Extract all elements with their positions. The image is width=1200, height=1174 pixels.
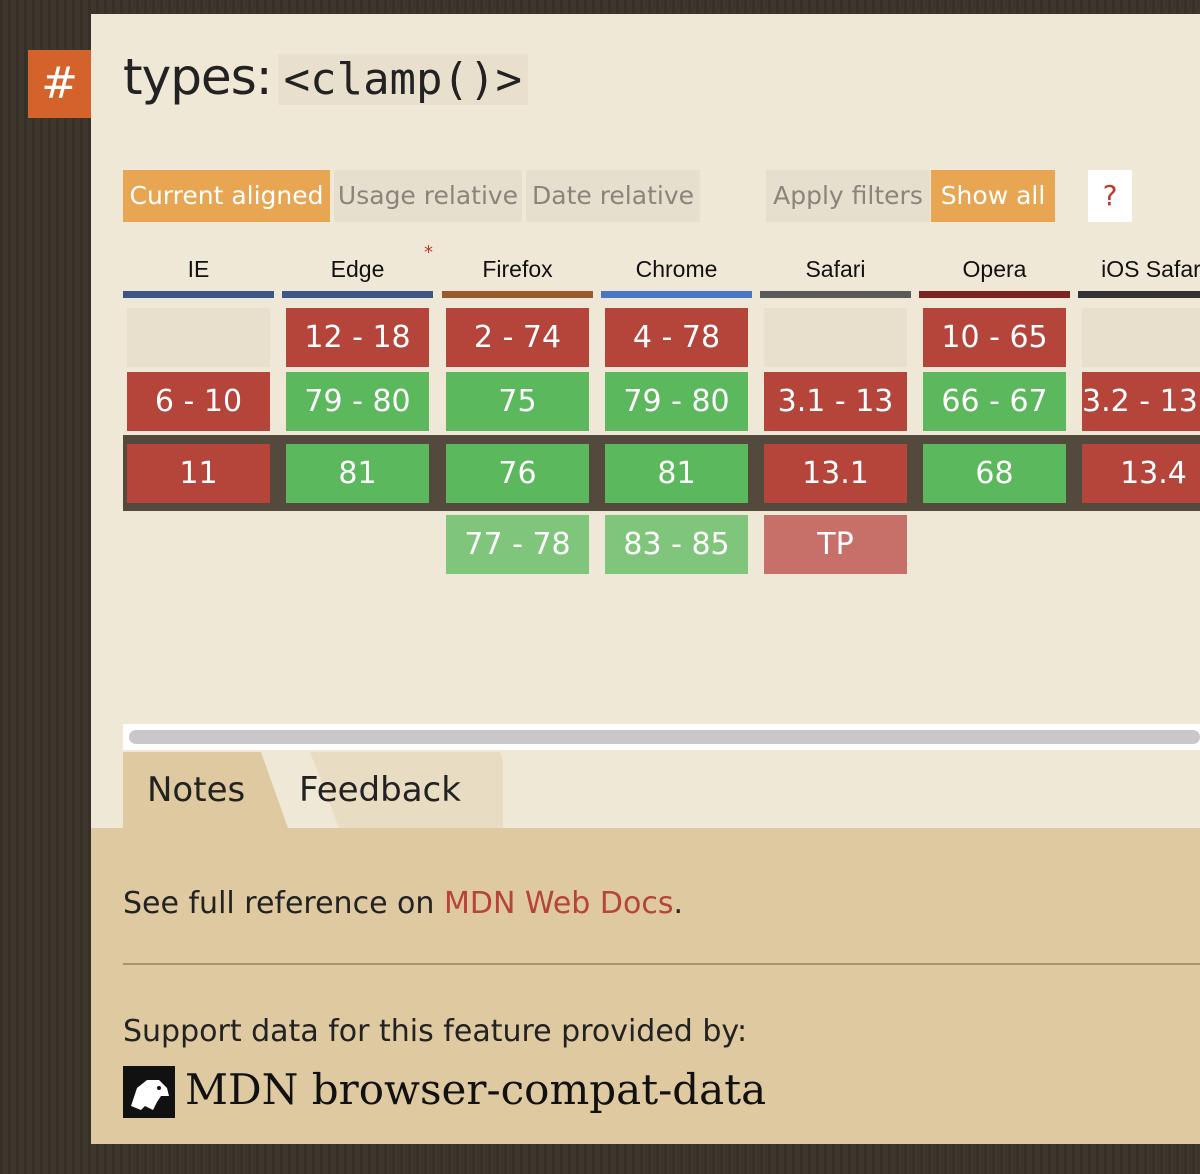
version-cell-current[interactable]: 76 (446, 444, 589, 503)
browser-name: Chrome (635, 256, 718, 282)
horizontal-scrollbar[interactable] (123, 724, 1200, 750)
reference-prefix: See full reference on (123, 886, 444, 921)
mdn-compat-data-label: MDN browser-compat-data (185, 1065, 767, 1114)
section-anchor-link[interactable]: # (28, 50, 91, 118)
version-cell-past[interactable]: 75 (446, 372, 589, 431)
tab-feedback[interactable]: Feedback (299, 752, 461, 828)
mdn-dinosaur-icon (123, 1066, 175, 1118)
browser-header-edge: Edge (282, 256, 433, 298)
scrollbar-thumb[interactable] (129, 730, 1200, 744)
browser-header-safari: Safari (760, 256, 911, 298)
reference-suffix: . (673, 886, 683, 921)
version-cell-current[interactable]: 13.1 (764, 444, 907, 503)
help-button[interactable]: ? (1088, 170, 1132, 222)
current-aligned-button[interactable]: Current aligned (123, 170, 330, 222)
version-cell-past[interactable]: 3.2 - 13.3 (1082, 372, 1200, 431)
browser-color-bar (1078, 291, 1200, 298)
browser-name: Firefox (482, 256, 553, 282)
version-cell-past[interactable]: 10 - 65 (923, 308, 1066, 367)
version-cell-current[interactable]: 11 (127, 444, 270, 503)
version-cell-past[interactable]: 79 - 80 (605, 372, 748, 431)
browser-header-ie: IE (123, 256, 274, 298)
version-cell-current[interactable]: 68 (923, 444, 1066, 503)
browser-color-bar (760, 291, 911, 298)
version-cell-past[interactable]: 79 - 80 (286, 372, 429, 431)
version-cell-future[interactable]: 83 - 85 (605, 515, 748, 574)
browser-color-bar (919, 291, 1070, 298)
edge-note-asterisk[interactable]: * (424, 242, 433, 263)
browser-header-opera: Opera (919, 256, 1070, 298)
version-cell-future[interactable]: 77 - 78 (446, 515, 589, 574)
browser-header-firefox: Firefox (442, 256, 593, 298)
version-cell-past[interactable]: 12 - 18 (286, 308, 429, 367)
version-cell-past[interactable]: 66 - 67 (923, 372, 1066, 431)
browser-color-bar (601, 291, 752, 298)
usage-relative-button[interactable]: Usage relative (334, 170, 522, 222)
version-cell-past[interactable] (1082, 308, 1200, 367)
version-cell-past[interactable] (127, 308, 270, 367)
browser-header-ios-safari: iOS Safari (1078, 256, 1200, 298)
date-relative-button[interactable]: Date relative (526, 170, 700, 222)
version-cell-current[interactable]: 13.4 (1082, 444, 1200, 503)
version-cell-past[interactable]: 2 - 74 (446, 308, 589, 367)
show-all-button[interactable]: Show all (931, 170, 1055, 222)
version-cell-past[interactable]: 3.1 - 13 (764, 372, 907, 431)
browser-name: IE (187, 256, 210, 282)
version-cell-past[interactable]: 4 - 78 (605, 308, 748, 367)
tab-notes[interactable]: Notes (147, 752, 245, 828)
browser-name: iOS Safari (1101, 256, 1200, 282)
provided-by-text: Support data for this feature provided b… (123, 1014, 748, 1049)
feature-card: types: <clamp()> Current aligned Usage re… (91, 14, 1200, 1144)
browser-name: Opera (962, 256, 1027, 282)
browser-name: Edge (330, 256, 385, 282)
title-code: <clamp()> (277, 54, 529, 105)
version-cell-current[interactable]: 81 (286, 444, 429, 503)
reference-text: See full reference on MDN Web Docs. (123, 886, 683, 921)
browser-name: Safari (805, 256, 866, 282)
feature-title: types: <clamp()> (123, 44, 529, 113)
mdn-docs-link[interactable]: MDN Web Docs (444, 886, 673, 921)
browser-color-bar (282, 291, 433, 298)
title-label: types: (123, 48, 273, 106)
browser-color-bar (123, 291, 274, 298)
version-cell-past[interactable] (764, 308, 907, 367)
apply-filters-button[interactable]: Apply filters (766, 170, 930, 222)
version-cell-past[interactable]: 6 - 10 (127, 372, 270, 431)
notes-panel: See full reference on MDN Web Docs. Supp… (91, 828, 1200, 1144)
browser-color-bar (442, 291, 593, 298)
browser-header-chrome: Chrome (601, 256, 752, 298)
divider (123, 963, 1200, 965)
version-cell-current[interactable]: 81 (605, 444, 748, 503)
version-cell-future[interactable]: TP (764, 515, 907, 574)
